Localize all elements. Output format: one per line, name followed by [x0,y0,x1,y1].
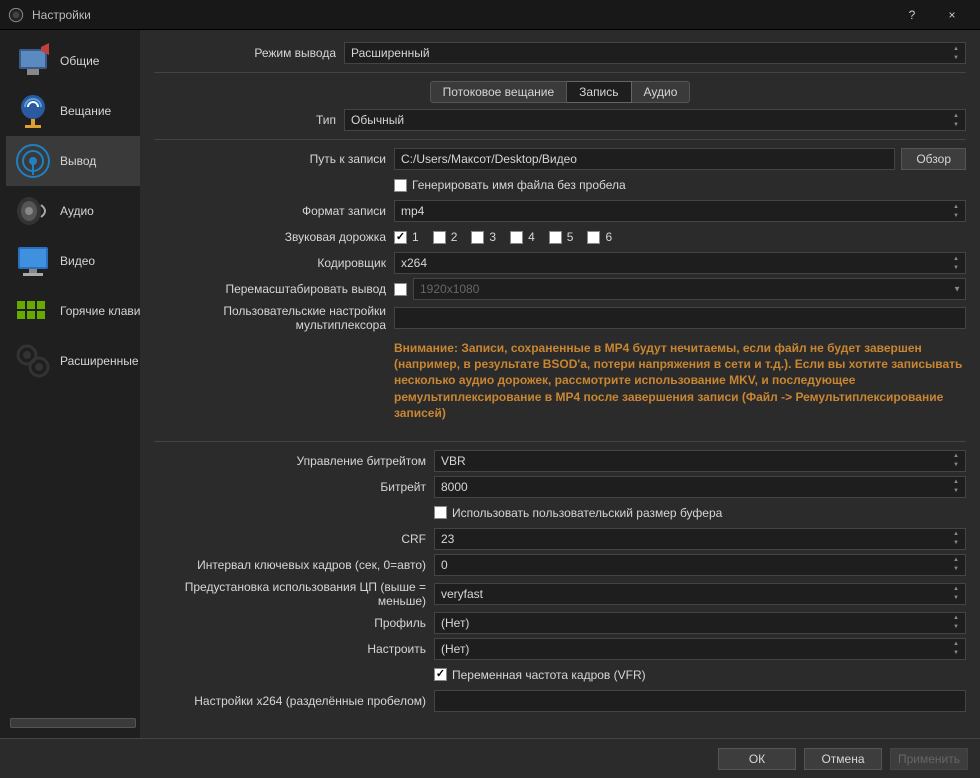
rec-type-label: Тип [154,113,344,127]
mp4-warning: Внимание: Записи, сохраненные в MP4 буду… [154,336,966,433]
sidebar-item-label: Видео [60,254,95,268]
apply-button[interactable]: Применить [890,748,968,770]
sidebar: Общие Вещание Вывод Аудио [0,30,140,738]
encoder-label: Кодировщик [154,256,394,270]
track-6-checkbox[interactable]: 6 [587,230,612,244]
output-mode-label: Режим вывода [154,46,344,60]
preset-select[interactable]: veryfast ▲▼ [434,583,966,605]
rate-control-label: Управление битрейтом [154,454,434,468]
rate-control-select[interactable]: VBR ▲▼ [434,450,966,472]
browse-button[interactable]: Обзор [901,148,966,170]
tab-audio[interactable]: Аудио [632,81,691,103]
output-icon [12,140,54,182]
sidebar-item-label: Горячие клавиши [60,304,140,318]
preset-label: Предустановка использования ЦП (выше = м… [154,580,434,608]
rec-format-label: Формат записи [154,204,394,218]
sidebar-scrollbar[interactable] [10,718,136,728]
rescale-checkbox[interactable] [394,283,407,296]
rec-format-select[interactable]: mp4 ▲▼ [394,200,966,222]
keyint-label: Интервал ключевых кадров (сек, 0=авто) [154,558,434,572]
tune-label: Настроить [154,642,434,656]
video-icon [12,240,54,282]
audio-track-label: Звуковая дорожка [154,230,394,244]
sidebar-item-video[interactable]: Видео [6,236,140,286]
rec-path-input[interactable] [394,148,895,170]
sidebar-item-audio[interactable]: Аудио [6,186,140,236]
sidebar-item-stream[interactable]: Вещание [6,86,140,136]
muxer-label: Пользовательские настройки мультиплексор… [154,304,394,332]
main-content: Режим вывода Расширенный ▲▼ Потоковое ве… [140,30,980,738]
help-button[interactable]: ? [892,0,932,30]
titlebar: Настройки ? × [0,0,980,30]
encoder-select[interactable]: x264 ▲▼ [394,252,966,274]
window-title: Настройки [32,8,892,22]
crf-input[interactable]: 23 ▲▼ [434,528,966,550]
track-3-checkbox[interactable]: 3 [471,230,496,244]
hotkeys-icon [12,290,54,332]
rec-path-label: Путь к записи [154,152,394,166]
bitrate-label: Битрейт [154,480,434,494]
output-mode-select[interactable]: Расширенный ▲▼ [344,42,966,64]
sidebar-item-label: Вещание [60,104,111,118]
general-icon [12,40,54,82]
cancel-button[interactable]: Отмена [804,748,882,770]
advanced-icon [12,340,54,382]
close-button[interactable]: × [932,0,972,30]
tune-select[interactable]: (Нет) ▲▼ [434,638,966,660]
sidebar-item-advanced[interactable]: Расширенные [6,336,140,386]
dialog-footer: ОК Отмена Применить [0,738,980,778]
x264opts-label: Настройки x264 (разделённые пробелом) [154,694,434,708]
vfr-checkbox[interactable]: Переменная частота кадров (VFR) [434,668,646,682]
generate-filename-checkbox[interactable]: Генерировать имя файла без пробела [394,178,626,192]
profile-label: Профиль [154,616,434,630]
tab-streaming[interactable]: Потоковое вещание [430,81,568,103]
profile-select[interactable]: (Нет) ▲▼ [434,612,966,634]
track-1-checkbox[interactable]: 1 [394,230,419,244]
track-4-checkbox[interactable]: 4 [510,230,535,244]
sidebar-item-label: Расширенные [60,354,139,368]
sidebar-item-general[interactable]: Общие [6,36,140,86]
keyint-input[interactable]: 0 ▲▼ [434,554,966,576]
sidebar-item-label: Аудио [60,204,94,218]
sidebar-item-label: Вывод [60,154,96,168]
sidebar-item-output[interactable]: Вывод [6,136,140,186]
custom-buffer-checkbox[interactable]: Использовать пользовательский размер буф… [434,506,722,520]
track-2-checkbox[interactable]: 2 [433,230,458,244]
ok-button[interactable]: ОК [718,748,796,770]
sidebar-item-label: Общие [60,54,99,68]
muxer-input[interactable] [394,307,966,329]
stream-icon [12,90,54,132]
bitrate-input[interactable]: 8000 ▲▼ [434,476,966,498]
app-icon [8,7,24,23]
tab-recording[interactable]: Запись [567,81,631,103]
x264opts-input[interactable] [434,690,966,712]
rec-type-select[interactable]: Обычный ▲▼ [344,109,966,131]
sidebar-item-hotkeys[interactable]: Горячие клавиши [6,286,140,336]
output-tabs: Потоковое вещание Запись Аудио [154,81,966,103]
track-5-checkbox[interactable]: 5 [549,230,574,244]
rescale-label: Перемасштабировать вывод [154,282,394,296]
rescale-select[interactable]: 1920x1080 ▼ [413,278,966,300]
audio-icon [12,190,54,232]
crf-label: CRF [154,532,434,546]
